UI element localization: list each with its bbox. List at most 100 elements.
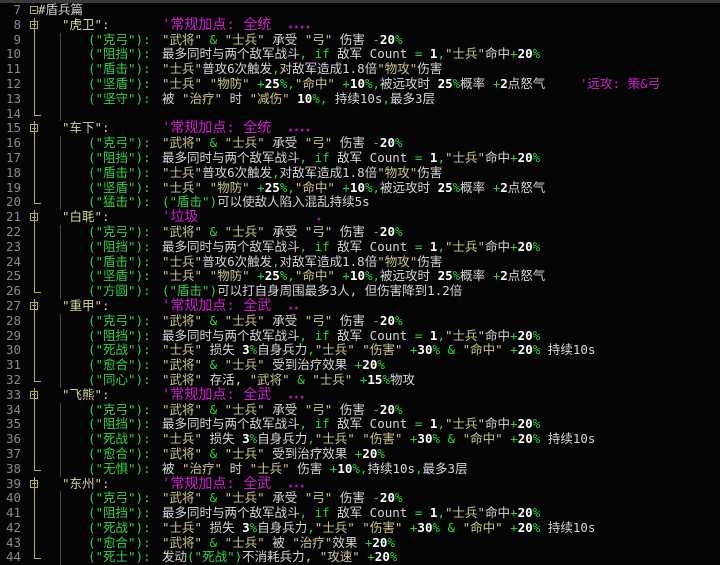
code-token: &	[202, 312, 225, 328]
code-token: %,	[279, 75, 295, 91]
code-line[interactable]: 27 "重甲": '常规加点: 全武 ★★	[0, 297, 720, 314]
line-value: "士兵"普攻6次触发,对敌军造成1.8倍"物攻"伤害	[162, 254, 442, 270]
code-line[interactable]: 19 ("坚盾"): "士兵" "物防" +25%,"命中" +10%,被远攻时 2…	[0, 179, 720, 196]
section-title: #盾兵篇	[38, 2, 84, 17]
code-line[interactable]: 17 ("阻挡"): 最多同时与两个敌军战斗, if 敌军 Count = 1,"士…	[0, 149, 720, 166]
code-line[interactable]: 8 "虎卫": '常规加点: 全统 ★★★★	[0, 17, 720, 33]
line-number: 14	[5, 105, 21, 121]
code-token: "命中"	[294, 179, 343, 195]
fold-toggle-icon[interactable]	[30, 20, 38, 29]
indent-guide	[60, 358, 61, 373]
line-value: ("盾击")可以使敌人陷入混乱持续5s	[162, 194, 370, 210]
code-line[interactable]: 36 ("死战"): "士兵" 损失 3%自身兵力,"士兵" "伤害" +30% &…	[0, 431, 720, 447]
code-line[interactable]: 34 ("克弓"): "武将" & "士兵" 承受 "弓" 伤害 -20%	[0, 401, 720, 418]
code-line[interactable]: 44 ("死士"): 发动("死战")不消耗兵力, "攻速" +20%	[0, 550, 720, 565]
code-token: ,	[272, 61, 280, 77]
code-token: %	[532, 46, 541, 62]
code-line[interactable]: 30 ("死战"): "士兵" 损失 3%自身兵力,"士兵" "伤害" +30% &…	[0, 342, 720, 359]
indent-guide	[60, 136, 61, 151]
code-line[interactable]: 24 ("盾击"): "士兵"普攻6次触发,对敌军造成1.8倍"物攻"伤害	[0, 254, 720, 270]
code-line[interactable]: 15 "车下": '常规加点: 全统 ★★★★	[0, 120, 720, 137]
code-line[interactable]: 7 #盾兵篇	[0, 2, 720, 18]
code-line[interactable]: 9 ("克弓"): "武将" & "士兵" 承受 "弓" 伤害 -20%	[0, 32, 720, 48]
indent-guide	[60, 535, 61, 551]
code-line[interactable]: 21 "白毦": '垃圾 ★	[0, 209, 720, 225]
code-token: 存活,	[202, 371, 250, 387]
code-token: 敌军 Count	[329, 46, 415, 62]
code-line[interactable]: 43 ("愈合"): "武将" & "士兵" 被 "治疗"效果 +20%	[0, 534, 720, 551]
code-line[interactable]: 33 "飞熊": '常规加点: 全武 ★★★	[0, 387, 720, 403]
fold-guide	[34, 432, 35, 447]
fold-guide	[34, 417, 35, 433]
code-line[interactable]: 39 "东州": '常规加点: 全武 ★★★	[0, 475, 720, 492]
unit-key: "东州":	[62, 475, 110, 491]
code-token: "士兵"	[444, 238, 486, 254]
code-token: 20	[517, 416, 533, 432]
comment-text: '常规加点: 全统	[162, 120, 289, 137]
fold-toggle-icon[interactable]	[30, 301, 38, 310]
code-line[interactable]: 11 ("盾击"): "士兵"普攻6次触发,对敌军造成1.8倍"物攻"伤害	[0, 61, 720, 77]
code-editor[interactable]: 7 #盾兵篇 8 "虎卫": '常规加点: 全统 ★★★★ 9 ("克弓"): "武将" & …	[0, 2, 720, 565]
code-token: "士兵"	[312, 371, 353, 387]
code-line[interactable]: 26 ("方圆"): ("盾击")可以打自身周围最多3人, 但伤害降到1.2倍	[0, 283, 720, 299]
code-token: 20	[379, 135, 395, 151]
code-token: +	[352, 371, 368, 387]
code-line[interactable]: 13 ("坚守"): 被 "治疗" 时 "减伤" 10%, 持续10s,最多3层	[0, 91, 720, 107]
fold-toggle-icon[interactable]	[30, 479, 38, 488]
rating-stars: ★★★	[288, 480, 306, 490]
fold-guide	[34, 506, 35, 521]
indent-guide	[60, 180, 61, 196]
code-token: 3	[242, 342, 250, 358]
skill-key: ("死战"):	[88, 431, 151, 447]
code-token: 被	[162, 460, 183, 476]
code-line[interactable]: 10 ("阻挡"): 最多同时与两个敌军战斗, if 敌军 Count = 1,"士…	[0, 46, 720, 63]
fold-toggle-icon[interactable]	[30, 6, 38, 14]
line-value: "武将" & "士兵" 受到治疗效果 +20%	[162, 446, 385, 462]
code-token: % &	[432, 342, 463, 358]
code-line[interactable]: 12 ("坚盾"): "士兵" "物防" +25%,"命中" +10%,被远攻时 2…	[0, 75, 720, 92]
code-token: "弓"	[304, 401, 333, 417]
code-token: %,	[352, 460, 368, 476]
code-line[interactable]: 38 ("无惧"): 被 "治疗" 时 "士兵" 伤害 +10%,持续10s,最多3…	[0, 460, 720, 477]
code-line[interactable]: 35 ("阻挡"): 最多同时与两个敌军战斗, if 敌军 Count = 1,"士…	[0, 416, 720, 433]
code-line[interactable]: 40 ("克弓"): "武将" & "士兵" 承受 "弓" 伤害 -20%	[0, 490, 720, 507]
code-token: 最多同时与两个敌军战斗	[162, 416, 300, 432]
code-token: "武将"	[162, 534, 203, 550]
code-token: "武将"	[162, 223, 203, 239]
fold-toggle-icon[interactable]	[30, 124, 38, 133]
skill-key: ("坚盾"):	[88, 75, 151, 91]
code-token: +	[367, 549, 375, 565]
code-line[interactable]: 20 ("猛击"): ("盾击")可以使敌人陷入混乱持续5s	[0, 194, 720, 211]
code-token: "士兵"	[444, 149, 486, 165]
code-token: %,	[279, 179, 295, 195]
code-line[interactable]: 31 ("愈合"): "武将" & "士兵" 受到治疗效果 +20%	[0, 357, 720, 373]
code-line[interactable]: 22 ("克弓"): "武将" & "士兵" 承受 "弓" 伤害 -20%	[0, 223, 720, 240]
code-line[interactable]: 42 ("死战"): "士兵" 损失 3%自身兵力,"士兵" "伤害" +30% &…	[0, 520, 720, 536]
code-token: "士兵"	[444, 416, 486, 432]
fold-guide	[34, 180, 35, 196]
code-line[interactable]: 37 ("愈合"): "武将" & "士兵" 受到治疗效果 +20%	[0, 446, 720, 462]
skill-key: ("盾击"):	[88, 61, 151, 77]
fold-toggle-icon[interactable]	[30, 213, 38, 222]
code-token: 20	[517, 46, 533, 62]
code-line[interactable]: 18 ("盾击"): "士兵"普攻6次触发,对敌军造成1.8倍"物攻"伤害	[0, 164, 720, 181]
fold-toggle-icon[interactable]	[30, 390, 38, 399]
code-token: -	[372, 401, 380, 417]
code-line[interactable]: 28 ("克弓"): "武将" & "士兵" 承受 "弓" 伤害 -20%	[0, 312, 720, 329]
code-token: %	[532, 149, 541, 165]
code-token: 效果	[332, 534, 365, 550]
code-line[interactable]: 16 ("克弓"): "武将" & "士兵" 承受 "弓" 伤害 -20%	[0, 135, 720, 151]
code-line[interactable]: 23 ("阻挡"): 最多同时与两个敌军战斗, if 敌军 Count = 1,"士…	[0, 238, 720, 255]
code-line[interactable]: 14	[0, 105, 720, 122]
line-number: 18	[5, 164, 21, 180]
code-line[interactable]: 32 ("同心"): "武将" 存活, "武将" & "士兵" +15%物攻	[0, 371, 720, 388]
skill-key: ("同心"):	[88, 371, 151, 387]
code-token: &	[289, 371, 313, 387]
code-line[interactable]: 41 ("阻挡"): 最多同时与两个敌军战斗, if 敌军 Count = 1,"士…	[0, 505, 720, 521]
code-token: 命中	[485, 416, 511, 432]
code-line[interactable]: 29 ("阻挡"): 最多同时与两个敌军战斗, if 敌军 Count = 1,"士…	[0, 328, 720, 344]
line-number: 35	[5, 416, 21, 432]
comment-text: '常规加点: 全武	[162, 297, 289, 314]
code-token: ,	[437, 46, 445, 62]
code-line[interactable]: 25 ("坚盾"): "士兵" "物防" +25%,"命中" +10%,被远攻时 2…	[0, 268, 720, 285]
